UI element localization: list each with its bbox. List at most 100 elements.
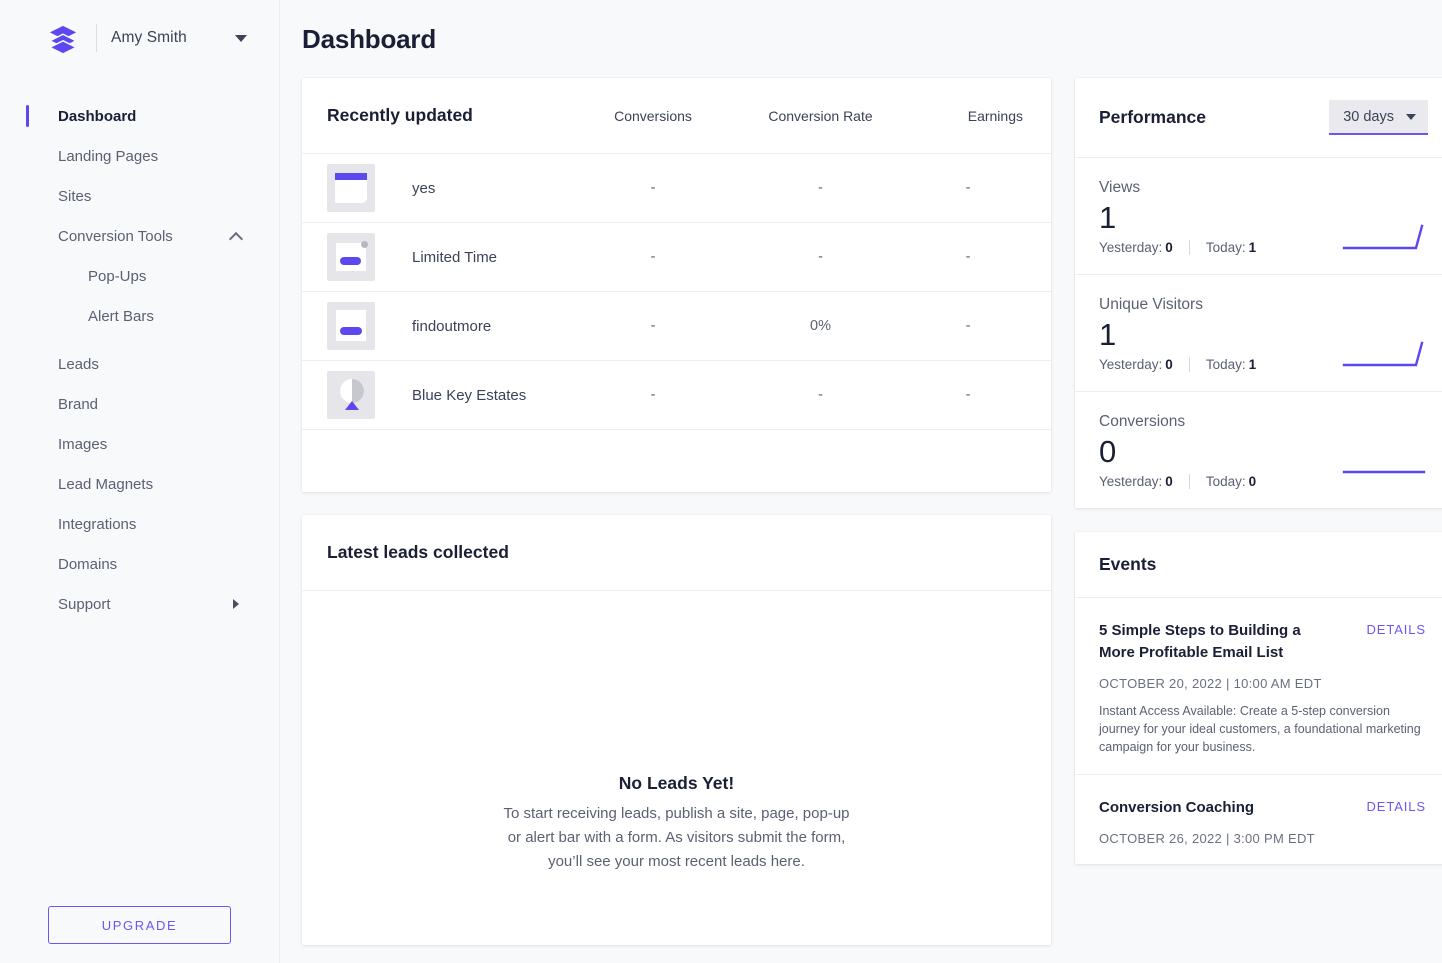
sidebar-item-sites[interactable]: Sites [0, 176, 279, 216]
metric-conversions: Conversions 0 Yesterday: 0 Today: 0 [1075, 392, 1442, 508]
sidebar-item-label: Support [58, 595, 111, 613]
layers-stack-icon [48, 23, 78, 53]
sidebar-item-label: Images [58, 435, 108, 453]
yesterday-value: 0 [1165, 474, 1173, 489]
sidebar-item-label: Brand [58, 395, 99, 413]
sidebar-item-label: Conversion Tools [58, 227, 173, 245]
footer-divider [1188, 474, 1190, 489]
sidebar-item-label: Sites [58, 187, 92, 205]
row-name: yes [412, 179, 436, 197]
event-date: OCTOBER 20, 2022 | 10:00 AM EDT [1099, 676, 1322, 691]
yesterday-label: Yesterday: [1099, 240, 1163, 255]
date-range-select[interactable]: 30 days [1329, 100, 1428, 135]
cell-conversions: - [650, 387, 656, 403]
cell-conversion-rate: - [818, 249, 823, 265]
chevron-down-icon[interactable] [234, 34, 247, 42]
sidebar-item-brand[interactable]: Brand [0, 384, 279, 424]
chevron-up-icon [231, 230, 243, 242]
recently-updated-card: Recently updated Conversions Conversion … [302, 78, 1051, 492]
sidebar-item-label: Alert Bars [88, 307, 154, 325]
alert-bar-thumb-icon [327, 302, 375, 350]
sidebar-item-lead-magnets[interactable]: Lead Magnets [0, 464, 279, 504]
main-content: Dashboard Recently updated Conversions C… [280, 0, 1442, 963]
column-header-earnings: Earnings [967, 107, 1023, 124]
cell-conversions: - [650, 318, 656, 334]
content-columns: Recently updated Conversions Conversion … [280, 55, 1442, 945]
cell-conversion-rate: - [818, 180, 823, 196]
empty-state-body: To start receiving leads, publish a site… [503, 805, 850, 870]
performance-card: Performance 30 days Views 1 Yesterday: 0 … [1075, 78, 1442, 508]
cell-earnings: - [965, 387, 971, 403]
metric-views: Views 1 Yesterday: 0 Today: 1 [1075, 158, 1442, 275]
page-title: Dashboard [302, 24, 437, 54]
performance-header: Performance 30 days [1075, 78, 1442, 158]
app-root: Amy Smith Dashboard Landing Pages Sites … [0, 0, 1442, 963]
upgrade-container: UPGRADE [48, 906, 231, 944]
cell-conversions: - [650, 180, 656, 196]
column-header-conversion-rate: Conversion Rate [768, 107, 873, 124]
sidebar-item-label: Lead Magnets [58, 475, 154, 493]
upgrade-button[interactable]: UPGRADE [48, 906, 231, 944]
table-row[interactable]: findoutmore - 0% - [302, 292, 1051, 361]
sidebar-item-pop-ups[interactable]: Pop-Ups [0, 256, 279, 296]
table-footer [302, 430, 1051, 492]
landing-page-thumb-icon [327, 164, 375, 212]
sidebar-item-images[interactable]: Images [0, 424, 279, 464]
sidebar-item-label: Landing Pages [58, 147, 159, 165]
event-details-link[interactable]: DETAILS [1366, 797, 1426, 814]
sidebar-item-landing-pages[interactable]: Landing Pages [0, 136, 279, 176]
row-name: Limited Time [412, 248, 498, 266]
sidebar-item-label: Leads [58, 355, 99, 373]
event-item: Conversion Coaching DETAILS OCTOBER 26, … [1075, 775, 1442, 864]
footer-divider [1188, 357, 1190, 372]
sidebar-item-integrations[interactable]: Integrations [0, 504, 279, 544]
empty-state-title: No Leads Yet! [618, 773, 735, 793]
today-value: 0 [1248, 474, 1257, 489]
sidebar-item-alert-bars[interactable]: Alert Bars [0, 296, 279, 336]
event-top-row: Conversion Coaching DETAILS [1099, 797, 1426, 819]
table-row[interactable]: Limited Time - - - [302, 223, 1051, 292]
metric-unique-visitors: Unique Visitors 1 Yesterday: 0 Today: 1 [1075, 275, 1442, 392]
account-name: Amy Smith [111, 29, 187, 46]
event-top-row: 5 Simple Steps to Building a More Profit… [1099, 620, 1426, 664]
sidebar-item-label: Pop-Ups [88, 267, 147, 285]
footer-divider [1188, 240, 1190, 255]
cell-earnings: - [965, 249, 971, 265]
sidebar: Amy Smith Dashboard Landing Pages Sites … [0, 0, 280, 963]
sidebar-item-leads[interactable]: Leads [0, 344, 279, 384]
sidebar-item-domains[interactable]: Domains [0, 544, 279, 584]
latest-leads-empty-state: No Leads Yet! To start receiving leads, … [302, 773, 1051, 874]
events-card: Events 5 Simple Steps to Building a More… [1075, 532, 1442, 864]
right-column: Performance 30 days Views 1 Yesterday: 0 … [1075, 78, 1442, 864]
sparkline-views [1342, 224, 1424, 250]
cell-earnings: - [965, 180, 971, 196]
table-row[interactable]: yes - - - [302, 154, 1051, 223]
sidebar-item-support[interactable]: Support [0, 584, 279, 624]
row-name: Blue Key Estates [412, 386, 527, 404]
event-details-link[interactable]: DETAILS [1366, 620, 1426, 637]
brand-divider [96, 24, 97, 52]
metric-label: Conversions [1099, 413, 1186, 430]
today-label: Today: [1205, 240, 1246, 255]
today-label: Today: [1205, 474, 1246, 489]
sidebar-item-conversion-tools[interactable]: Conversion Tools [0, 216, 279, 256]
account-switcher[interactable]: Amy Smith [0, 0, 279, 76]
active-indicator [26, 105, 29, 127]
performance-title: Performance [1099, 107, 1206, 127]
sidebar-item-label: Integrations [58, 515, 137, 533]
event-name: 5 Simple Steps to Building a More Profit… [1099, 622, 1301, 661]
sparkline-unique-visitors [1342, 341, 1424, 367]
metric-label: Unique Visitors [1099, 296, 1203, 313]
table-row[interactable]: Blue Key Estates - - - [302, 361, 1051, 430]
event-item: 5 Simple Steps to Building a More Profit… [1075, 598, 1442, 775]
yesterday-value: 0 [1165, 240, 1173, 255]
cell-conversions: - [650, 249, 656, 265]
events-header: Events [1075, 532, 1442, 598]
sidebar-item-label: Dashboard [58, 107, 137, 125]
sidebar-item-dashboard[interactable]: Dashboard [0, 96, 279, 136]
today-value: 1 [1248, 357, 1257, 372]
sidebar-item-label: Domains [58, 555, 118, 573]
row-name: findoutmore [412, 317, 492, 335]
cell-conversion-rate: - [818, 387, 823, 403]
